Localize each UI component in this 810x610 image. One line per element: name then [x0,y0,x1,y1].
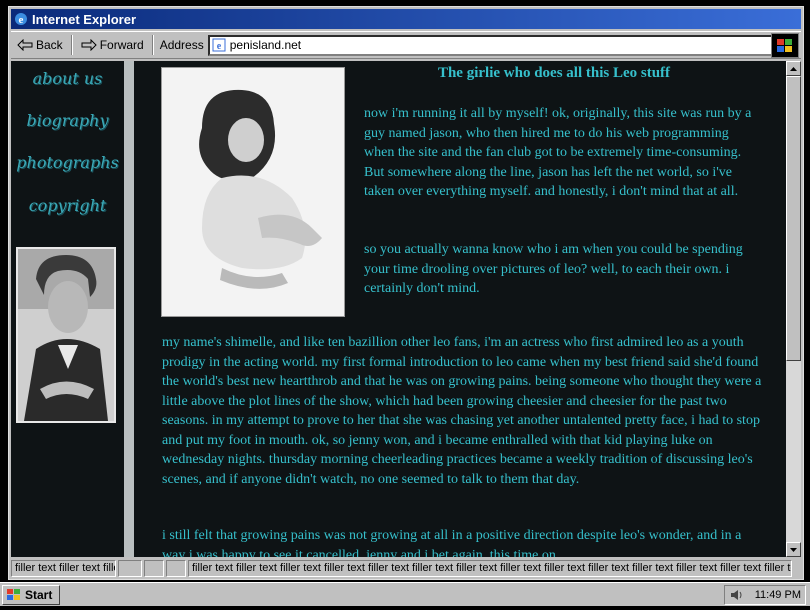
ie-icon: e [15,13,27,26]
system-tray: 11:49 PM [724,585,806,605]
back-button[interactable]: Back [11,34,69,56]
taskbar: Start 11:49 PM [0,582,810,606]
forward-button[interactable]: Forward [75,34,150,56]
page-heading: The girlie who does all this Leo stuff [437,65,671,81]
toolbar: Back Forward Address e penisland.net [11,31,801,59]
scroll-thumb[interactable] [786,76,801,361]
status-text-left: filler text filler text filler [11,559,116,577]
windows-logo-throbber [771,33,799,58]
vertical-scrollbar[interactable] [786,61,801,557]
sidebar-divider [124,61,134,557]
status-cell [118,559,142,577]
svg-text:e: e [19,14,24,26]
author-photo [161,67,345,317]
monitor-screen: e Internet Explorer Back Forward Address [0,0,810,610]
status-cell [166,559,186,577]
clock[interactable]: 11:49 PM [755,589,801,601]
page-content: about us biography photographs copyright [11,61,801,557]
sidebar-nav: about us biography photographs copyright [11,61,124,557]
address-label: Address [159,38,204,52]
browser-window: e Internet Explorer Back Forward Address [8,6,804,580]
toolbar-separator [70,35,73,55]
scroll-up-icon [790,66,797,71]
nav-photographs[interactable]: photographs [11,153,124,172]
start-label: Start [25,588,53,602]
start-button[interactable]: Start [2,585,60,605]
nav-about-us[interactable]: about us [11,69,124,88]
svg-text:e: e [217,41,222,52]
body-paragraph: now i'm running it all by myself! ok, or… [364,106,752,199]
status-cell [144,559,164,577]
scroll-down-button[interactable] [786,542,801,557]
main-column: The girlie who does all this Leo stuff n… [134,61,784,557]
body-paragraph: i still felt that growing pains was not … [162,528,742,557]
title-bar[interactable]: e Internet Explorer [11,9,801,29]
status-bar: filler text filler text filler filler te… [11,558,801,578]
forward-arrow-icon [81,39,97,51]
back-label: Back [36,38,63,52]
page-icon: e [212,38,226,52]
nav-biography[interactable]: biography [11,111,124,130]
back-arrow-icon [17,39,33,51]
toolbar-separator [151,35,154,55]
address-value: penisland.net [229,38,302,52]
body-paragraph: my name's shimelle, and like ten bazilli… [162,335,762,487]
window-title: Internet Explorer [32,11,137,27]
nav-copyright[interactable]: copyright [11,196,124,215]
body-paragraph: so you actually wanna know who i am when… [364,242,743,296]
address-input[interactable]: e penisland.net [207,34,773,56]
speaker-icon[interactable] [729,588,743,602]
scroll-down-icon [790,547,797,552]
windows-logo-icon [7,589,20,600]
forward-label: Forward [99,38,144,52]
sidebar-portrait-photo [16,247,116,423]
status-text-right: filler text filler text filler text fill… [188,559,792,577]
windows-logo-icon [777,38,792,52]
scroll-up-button[interactable] [786,61,801,76]
